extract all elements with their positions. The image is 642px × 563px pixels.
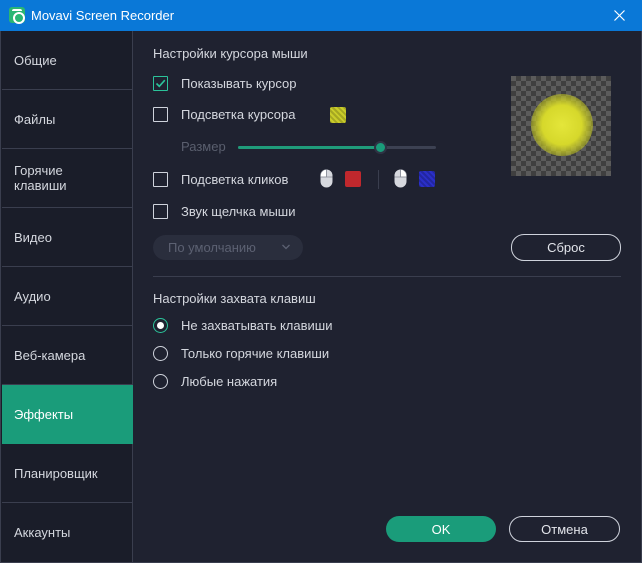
right-click-mouse-icon [394,169,407,188]
highlight-clicks-checkbox[interactable] [153,172,168,187]
title-bar: Movavi Screen Recorder [0,0,642,31]
sidebar-item-label: Видео [14,229,52,245]
cursor-glow-preview [531,94,593,156]
checkmark-icon [155,79,166,88]
chevron-down-icon [282,244,290,250]
close-icon [613,10,625,21]
sidebar-item-label: Горячие клавиши [14,163,67,193]
cursor-highlight-color-swatch[interactable] [330,107,346,123]
ok-button[interactable]: OK [386,516,496,542]
sidebar-item-label: Файлы [14,111,56,127]
radio-any-keys[interactable] [153,374,168,389]
radio-no-capture[interactable] [153,318,168,333]
sidebar-item-label: Эффекты [14,406,74,422]
click-sound-dropdown[interactable]: По умолчанию [153,235,303,260]
sidebar-item-hotkeys[interactable]: Горячие клавиши [2,149,133,208]
sidebar-item-webcam[interactable]: Веб-камера [2,326,133,385]
close-button[interactable] [596,0,642,31]
movavi-logo-icon [9,7,25,24]
sidebar-item-label: Аккаунты [14,525,71,540]
left-click-color-swatch[interactable] [345,171,361,187]
click-sound-label: Звук щелчка мыши [181,204,296,219]
click-sound-checkbox[interactable] [153,204,168,219]
size-slider-handle[interactable] [374,141,388,154]
radio-no-capture-label: Не захватывать клавиши [181,318,333,333]
sidebar-item-files[interactable]: Файлы [2,90,133,149]
sidebar: Общие Файлы Горячие клавиши Видео Аудио … [0,31,133,563]
show-cursor-checkbox[interactable] [153,76,168,91]
right-click-color-swatch[interactable] [419,171,435,187]
cancel-button[interactable]: Отмена [509,516,620,542]
ok-button-label: OK [431,521,451,537]
size-slider[interactable] [238,141,436,154]
click-sound-dropdown-value: По умолчанию [168,240,256,255]
section-divider [153,276,621,277]
highlight-clicks-label: Подсветка кликов [181,172,289,187]
sidebar-item-accounts[interactable]: Аккаунты [2,503,133,562]
window-title: Movavi Screen Recorder [31,8,175,23]
sidebar-item-video[interactable]: Видео [2,208,133,267]
cancel-button-label: Отмена [541,521,588,537]
effects-panel: Настройки курсора мыши Показывать курсор… [133,31,642,563]
sidebar-item-effects[interactable]: Эффекты [2,385,133,444]
reset-button[interactable]: Сброс [511,234,621,261]
cursor-settings-title: Настройки курсора мыши [153,46,308,61]
highlight-cursor-checkbox[interactable] [153,107,168,122]
sidebar-item-label: Общие [14,52,57,68]
left-click-mouse-icon [320,169,333,188]
radio-any-keys-label: Любые нажатия [181,374,278,389]
key-capture-title: Настройки захвата клавиш [153,291,316,306]
radio-hotkeys-only-label: Только горячие клавиши [181,346,330,361]
reset-button-label: Сброс [547,240,585,255]
cursor-highlight-preview [511,76,611,176]
size-slider-fill [238,146,381,149]
highlight-cursor-label: Подсветка курсора [181,107,296,122]
click-colors-separator [378,170,379,189]
sidebar-item-general[interactable]: Общие [2,31,133,90]
radio-hotkeys-only[interactable] [153,346,168,361]
sidebar-item-label: Аудио [14,288,51,304]
sidebar-item-audio[interactable]: Аудио [2,267,133,326]
sidebar-item-label: Планировщик [14,465,98,481]
size-label: Размер [181,139,226,154]
sidebar-item-scheduler[interactable]: Планировщик [2,444,133,503]
sidebar-item-label: Веб-камера [14,347,86,363]
show-cursor-label: Показывать курсор [181,76,297,91]
